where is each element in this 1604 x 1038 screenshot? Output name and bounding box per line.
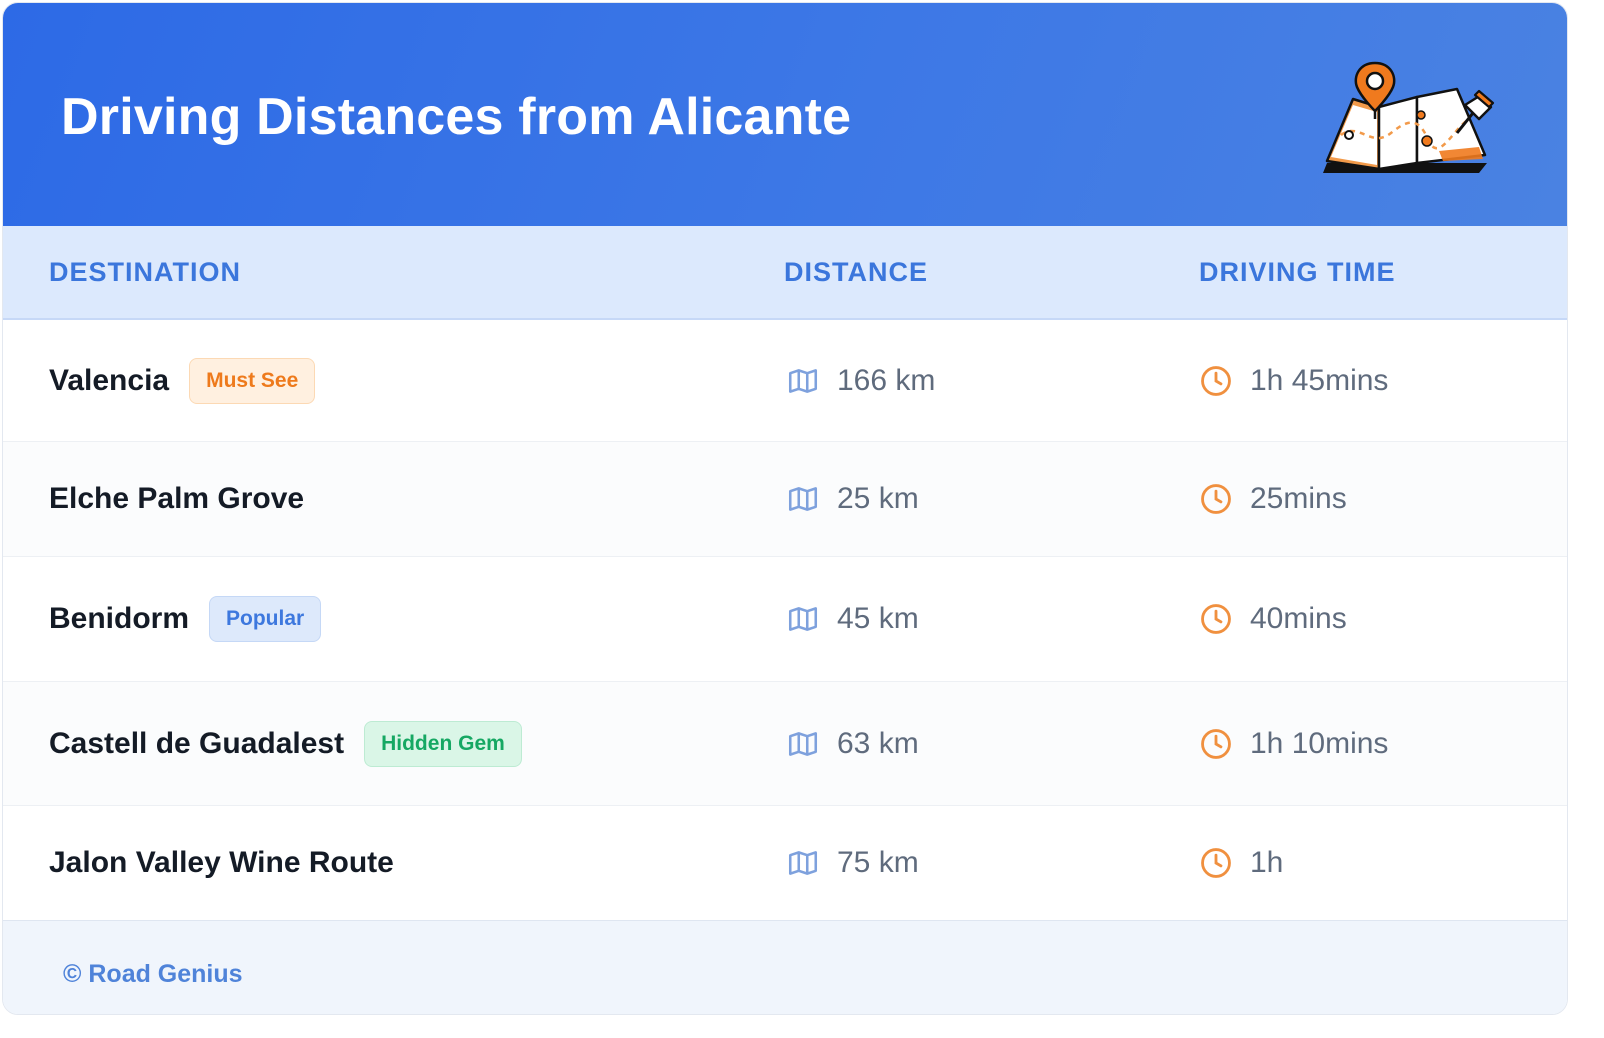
destination-cell: Elche Palm Grove bbox=[49, 442, 304, 556]
destination-name: Valencia bbox=[49, 363, 170, 397]
folded-map-with-pins-icon bbox=[1323, 61, 1495, 173]
destination-name: Benidorm bbox=[49, 602, 190, 635]
table-row: Elche Palm Grove 25 km 25mins bbox=[3, 442, 1567, 557]
clock-icon bbox=[1201, 484, 1231, 514]
map-icon bbox=[788, 368, 818, 393]
destination-name: Jalon Valley Wine Route bbox=[49, 845, 394, 879]
map-icon bbox=[788, 487, 818, 511]
driving-time-value: 1h 45mins bbox=[1250, 363, 1389, 397]
distance-cell: 75 km bbox=[786, 806, 919, 919]
destination-name: Castell de Guadalest bbox=[49, 726, 345, 760]
table-row: Jalon Valley Wine Route 75 km 1h bbox=[3, 806, 1567, 919]
distance-value: 166 km bbox=[837, 363, 936, 397]
destination-cell: Castell de Guadalest Hidden Gem bbox=[49, 682, 522, 805]
column-header-distance[interactable]: DISTANCE bbox=[784, 256, 928, 288]
map-icon bbox=[788, 731, 818, 756]
hidden-gem-badge: Hidden Gem bbox=[364, 720, 522, 767]
must-see-badge: Must See bbox=[189, 357, 316, 404]
distance-cell: 166 km bbox=[786, 320, 935, 441]
driving-time-value: 1h bbox=[1250, 845, 1284, 879]
destination-name: Elche Palm Grove bbox=[49, 482, 305, 515]
driving-time-value: 25mins bbox=[1250, 482, 1347, 515]
clock-icon bbox=[1201, 728, 1231, 759]
table-row: Castell de Guadalest Hidden Gem 63 km 1h… bbox=[3, 682, 1567, 806]
clock-icon bbox=[1201, 847, 1231, 878]
distance-table-card: Driving Distances from Alicante DESTINAT… bbox=[2, 2, 1568, 1015]
time-cell: 1h 45mins bbox=[1199, 320, 1388, 441]
time-cell: 1h bbox=[1199, 806, 1283, 919]
time-cell: 25mins bbox=[1199, 442, 1347, 556]
distance-value: 63 km bbox=[837, 726, 919, 760]
header-banner: Driving Distances from Alicante bbox=[3, 3, 1567, 226]
table-row: Benidorm Popular 45 km 40mins bbox=[3, 557, 1567, 682]
time-cell: 40mins bbox=[1199, 557, 1347, 681]
clock-icon bbox=[1201, 365, 1231, 396]
destination-cell: Jalon Valley Wine Route bbox=[49, 806, 394, 919]
map-icon bbox=[788, 607, 818, 631]
column-header-destination[interactable]: DESTINATION bbox=[49, 256, 241, 288]
copyright-link[interactable]: © Road Genius bbox=[63, 959, 243, 989]
column-header-driving-time[interactable]: DRIVING TIME bbox=[1199, 256, 1396, 288]
map-icon bbox=[788, 850, 818, 875]
distance-value: 75 km bbox=[837, 845, 919, 879]
distance-cell: 63 km bbox=[786, 682, 919, 805]
distance-cell: 25 km bbox=[786, 442, 919, 556]
page-title: Driving Distances from Alicante bbox=[61, 88, 852, 146]
driving-time-value: 1h 10mins bbox=[1250, 726, 1389, 760]
driving-time-value: 40mins bbox=[1250, 602, 1347, 635]
distance-value: 45 km bbox=[837, 602, 919, 635]
table-row: Valencia Must See 166 km 1h 45mins bbox=[3, 320, 1567, 442]
time-cell: 1h 10mins bbox=[1199, 682, 1388, 805]
popular-badge: Popular bbox=[209, 596, 322, 642]
distance-cell: 45 km bbox=[786, 557, 919, 681]
destination-cell: Valencia Must See bbox=[49, 320, 316, 441]
table-header: DESTINATION DISTANCE DRIVING TIME bbox=[3, 226, 1567, 320]
clock-icon bbox=[1201, 604, 1231, 634]
destination-cell: Benidorm Popular bbox=[49, 557, 322, 681]
distance-value: 25 km bbox=[837, 482, 919, 515]
footer: © Road Genius bbox=[3, 920, 1567, 1014]
